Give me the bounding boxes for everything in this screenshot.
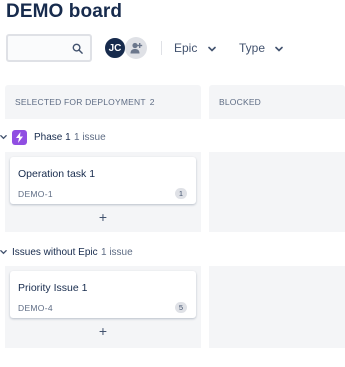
search-input[interactable] — [6, 34, 92, 62]
swimlane-issue-count: 1 issue — [74, 132, 106, 143]
column-header-selected-for-deployment: SELECTED FOR DEPLOYMENT 2 — [5, 85, 201, 119]
issue-key: DEMO-1 — [18, 189, 53, 199]
type-filter[interactable]: Type — [239, 40, 284, 56]
board-toolbar: JC Epic Type — [6, 34, 345, 62]
swimlane-title: Phase 1 — [34, 132, 71, 143]
page-title: DEMO board — [6, 1, 123, 22]
avatar[interactable]: JC — [104, 37, 126, 59]
toolbar-divider — [161, 41, 162, 55]
swimlane-header-issues-without-epic[interactable]: Issues without Epic 1 issue — [0, 245, 200, 263]
add-people-button[interactable] — [125, 37, 147, 59]
estimate-badge: 1 — [175, 188, 187, 199]
epic-filter[interactable]: Epic — [174, 40, 216, 56]
create-issue-button[interactable]: + — [10, 206, 196, 228]
column-label: BLOCKED — [219, 97, 262, 107]
chevron-down-icon — [0, 249, 7, 255]
chevron-down-icon — [275, 46, 284, 52]
swimlane-cell: Priority Issue 1 DEMO-4 5 + — [5, 266, 201, 348]
issue-card[interactable]: Operation task 1 DEMO-1 1 — [10, 157, 196, 204]
epic-icon — [12, 130, 27, 145]
swimlane-cell — [209, 266, 345, 348]
card-title: Operation task 1 — [18, 168, 96, 180]
swimlane-cell: Operation task 1 DEMO-1 1 + — [5, 152, 201, 232]
issue-key: DEMO-4 — [18, 303, 53, 313]
column-label: SELECTED FOR DEPLOYMENT 2 — [15, 97, 155, 107]
create-issue-button[interactable]: + — [10, 320, 196, 342]
search-icon — [72, 43, 83, 54]
card-title: Priority Issue 1 — [18, 282, 88, 294]
epic-filter-label: Epic — [174, 41, 198, 55]
swimlane-cell — [209, 152, 345, 232]
add-user-icon — [130, 42, 143, 54]
issue-card[interactable]: Priority Issue 1 DEMO-4 5 — [10, 271, 196, 318]
estimate-badge: 5 — [175, 302, 187, 313]
type-filter-label: Type — [239, 41, 266, 55]
column-count: 2 — [149, 97, 155, 107]
chevron-down-icon — [0, 134, 7, 140]
chevron-down-icon — [207, 46, 216, 52]
swimlane-header-phase-1[interactable]: Phase 1 1 issue — [0, 130, 200, 148]
swimlane-issue-count: 1 issue — [101, 247, 133, 258]
column-header-blocked: BLOCKED — [209, 85, 345, 119]
swimlane-title: Issues without Epic — [12, 247, 98, 258]
